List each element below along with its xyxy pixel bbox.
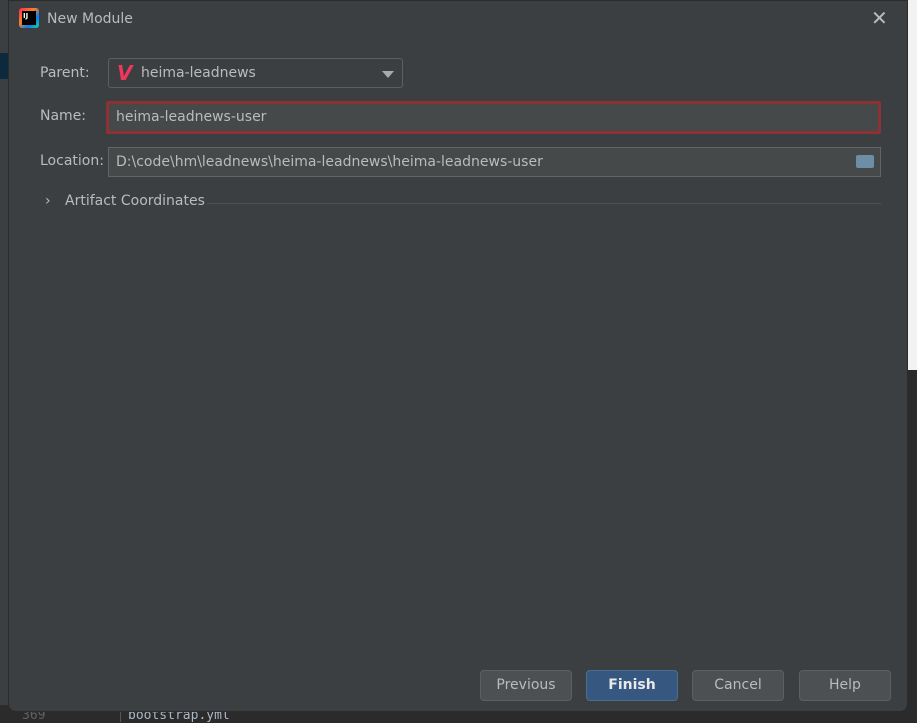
previous-button[interactable]: Previous bbox=[480, 670, 572, 701]
chevron-down-icon bbox=[382, 71, 394, 78]
cancel-button[interactable]: Cancel bbox=[692, 670, 784, 701]
maven-icon: V bbox=[117, 61, 133, 85]
location-label: Location: bbox=[40, 153, 104, 169]
chevron-right-icon: › bbox=[45, 193, 51, 209]
parent-value: heima-leadnews bbox=[141, 65, 256, 81]
new-module-dialog: IJ New Module ✕ Parent: V heima-leadnews… bbox=[8, 0, 908, 712]
intellij-icon: IJ bbox=[19, 8, 39, 28]
location-input[interactable]: D:\code\hm\leadnews\heima-leadnews\heima… bbox=[108, 147, 881, 177]
background-right-panel bbox=[908, 0, 917, 370]
dialog-title: New Module bbox=[47, 11, 133, 27]
help-button[interactable]: Help bbox=[799, 670, 891, 701]
name-input[interactable]: heima-leadnews-user bbox=[106, 101, 881, 134]
parent-dropdown[interactable]: V heima-leadnews bbox=[108, 58, 403, 88]
parent-label: Parent: bbox=[40, 65, 90, 81]
artifact-label: Artifact Coordinates bbox=[65, 193, 205, 209]
finish-button[interactable]: Finish bbox=[586, 670, 678, 701]
folder-icon[interactable] bbox=[856, 155, 874, 168]
background-right-editor bbox=[908, 370, 917, 722]
location-value: D:\code\hm\leadnews\heima-leadnews\heima… bbox=[116, 154, 543, 170]
close-icon[interactable]: ✕ bbox=[871, 6, 888, 30]
name-label: Name: bbox=[40, 108, 87, 124]
artifact-coordinates-toggle[interactable]: › Artifact Coordinates bbox=[45, 193, 205, 209]
divider bbox=[207, 203, 881, 204]
